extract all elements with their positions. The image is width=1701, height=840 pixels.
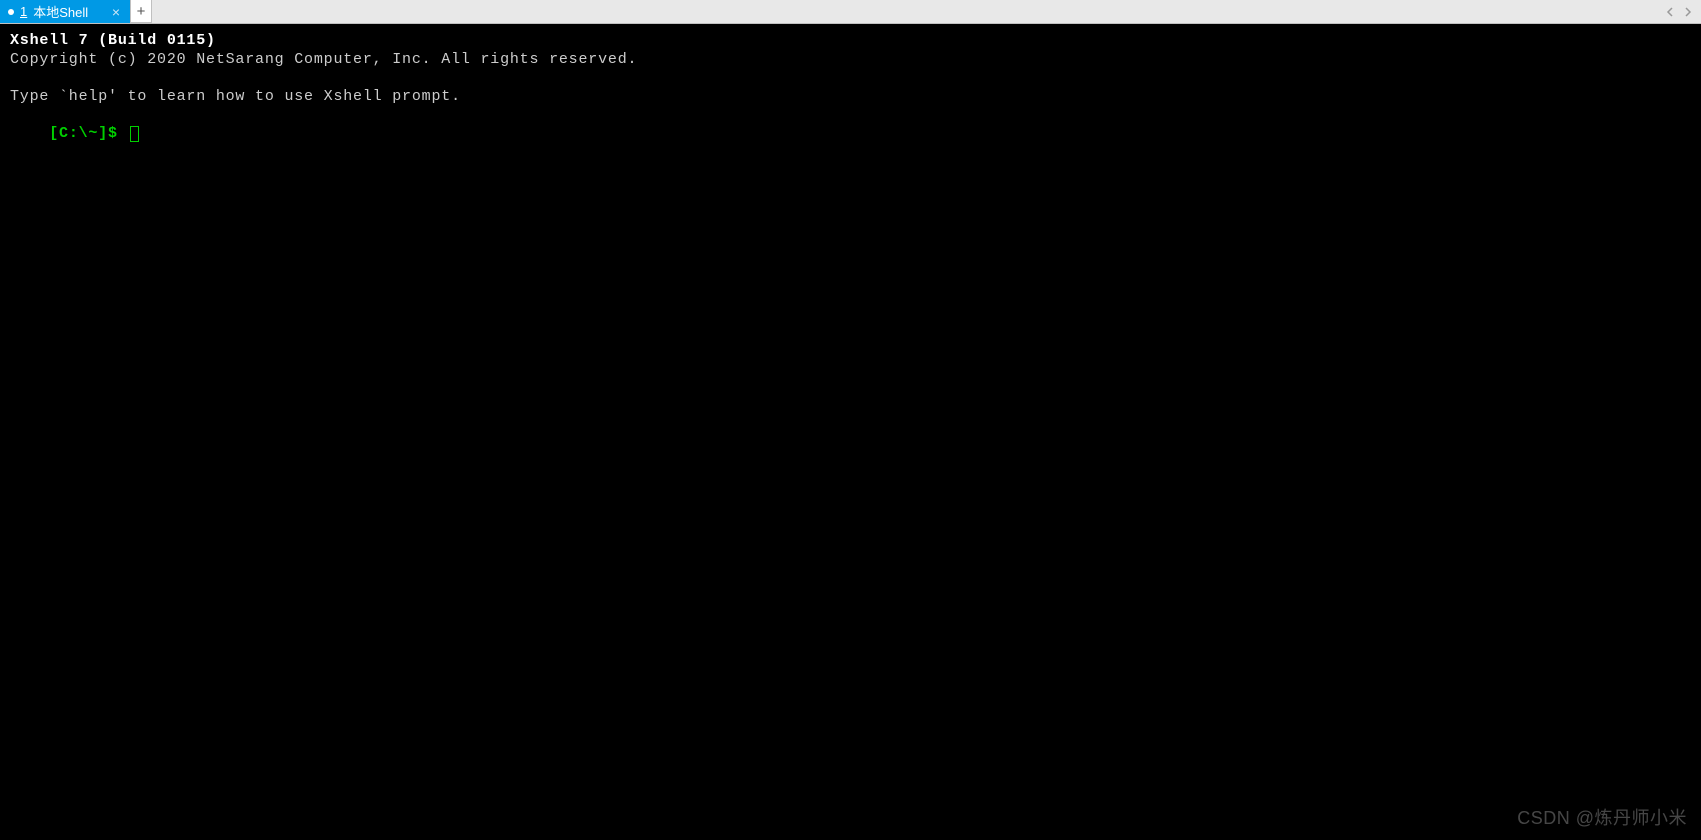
terminal-header: Xshell 7 (Build 0115)	[10, 32, 1691, 51]
watermark: CSDN @炼丹师小米	[1517, 804, 1687, 830]
cursor-icon	[130, 126, 139, 142]
add-tab-button[interactable]: +	[130, 0, 152, 23]
nav-left-icon[interactable]	[1663, 5, 1677, 19]
nav-right-icon[interactable]	[1681, 5, 1695, 19]
tab-number: 1	[20, 4, 27, 19]
close-icon[interactable]: ×	[110, 4, 122, 20]
tab-bar: 1 本地Shell × +	[0, 0, 1701, 24]
tab-local-shell[interactable]: 1 本地Shell ×	[0, 0, 130, 23]
plus-icon: +	[137, 3, 146, 20]
tab-indicator-icon	[8, 9, 14, 15]
terminal-prompt-line: [C:\~]$	[10, 106, 1691, 162]
terminal-copyright: Copyright (c) 2020 NetSarang Computer, I…	[10, 51, 1691, 70]
terminal-help-line: Type `help' to learn how to use Xshell p…	[10, 88, 1691, 107]
terminal-area[interactable]: Xshell 7 (Build 0115) Copyright (c) 2020…	[0, 24, 1701, 171]
tab-nav	[1663, 0, 1701, 23]
tab-label: 本地Shell	[33, 2, 104, 21]
terminal-blank-line	[10, 70, 1691, 88]
terminal-prompt: [C:\~]$	[49, 125, 127, 142]
